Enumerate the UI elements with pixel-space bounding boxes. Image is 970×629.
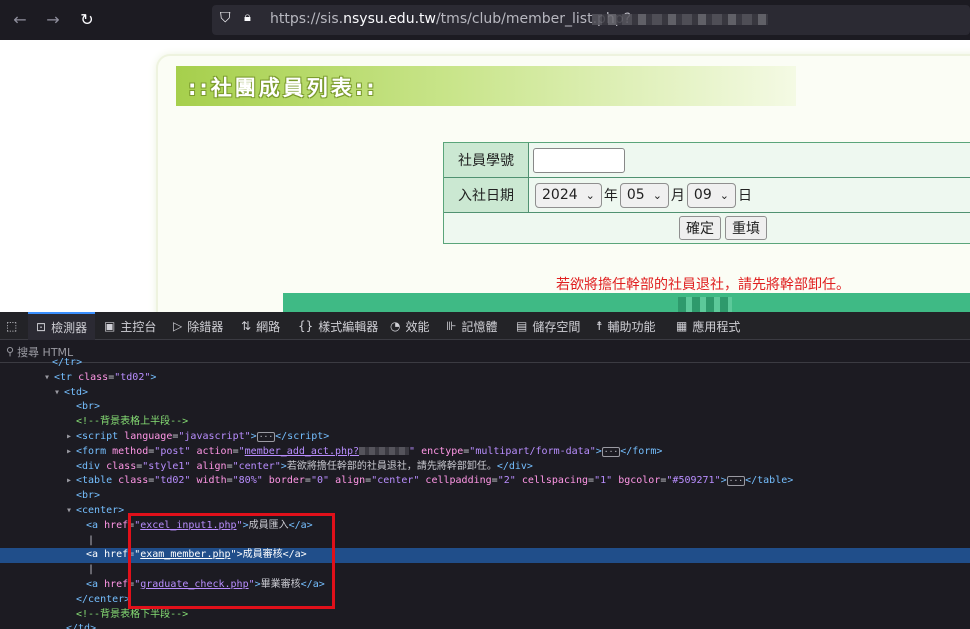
warning-text: 若欲將擔任幹部的社員退社，請先將幹部卸任。	[556, 277, 850, 293]
accessibility-icon: ☨	[596, 319, 603, 333]
back-arrow-icon[interactable]: ←	[9, 9, 31, 31]
lock-icon[interactable]: 🔒︎	[244, 10, 251, 25]
tree-node-td-close[interactable]: </td>	[0, 622, 970, 629]
month-select[interactable]: 05 ⌄	[619, 182, 669, 208]
year-unit: 年	[603, 188, 618, 204]
tab-label: 效能	[405, 319, 430, 334]
tab-accessibility[interactable]: ☨ 輔助功能	[596, 312, 656, 340]
member-id-label: 社員學號	[444, 143, 528, 177]
tab-label: 網路	[256, 319, 281, 334]
reset-button[interactable]: 重填	[725, 216, 767, 240]
add-member-form: 社員學號 入社日期 2024 ⌄ 年 05 ⌄ 月 09 ⌄ 日 確定 重填	[443, 142, 970, 244]
tab-network[interactable]: ⇅ 網路	[241, 312, 280, 340]
tab-inspector[interactable]: ⊡ 檢測器	[28, 312, 96, 340]
tab-console[interactable]: ▣ 主控台	[104, 312, 156, 340]
memory-icon: ⊪	[446, 319, 457, 333]
join-date-label: 入社日期	[444, 178, 528, 212]
tab-label: 儲存空間	[532, 319, 581, 334]
devtools-tabs: ⬚ ⊡ 檢測器 ▣ 主控台 ▷ 除錯器 ⇅ 網路 {} 樣式編輯器 ◔ 效能 ⊪ 記憶體 ▤ 儲…	[0, 312, 970, 340]
join-date-cell: 2024 ⌄ 年 05 ⌄ 月 09 ⌄ 日	[529, 178, 970, 212]
join-date-row: 入社日期 2024 ⌄ 年 05 ⌄ 月 09 ⌄ 日	[444, 178, 970, 212]
confirm-button[interactable]: 確定	[679, 216, 721, 240]
tree-node-br[interactable]: <br>	[0, 489, 970, 504]
tree-node-br[interactable]: <br>	[0, 400, 970, 415]
tree-node-div[interactable]: <div class="style1" align="center">若欲將擔任…	[0, 460, 970, 475]
tab-style-editor[interactable]: {} 樣式編輯器	[298, 312, 378, 340]
day-select[interactable]: 09 ⌄	[686, 182, 736, 208]
member-table-header	[283, 293, 970, 312]
chevron-down-icon: ⌄	[652, 188, 662, 202]
debugger-icon: ▷	[173, 319, 183, 333]
url-redacted	[592, 14, 768, 25]
element-picker-icon[interactable]: ⬚	[6, 312, 22, 340]
chevron-down-icon: ⌄	[719, 188, 729, 202]
network-icon: ⇅	[241, 319, 252, 333]
tree-node[interactable]: </tr>	[0, 356, 970, 371]
braces-icon: {}	[298, 319, 314, 333]
tab-label: 應用程式	[692, 319, 741, 334]
tree-node-tr[interactable]: ▾ <tr class="td02">	[0, 371, 970, 386]
page-title: ::社團成員列表::	[188, 76, 378, 100]
form-buttons-row: 確定 重填	[444, 213, 970, 243]
title-bar: ::社團成員列表::	[176, 66, 796, 106]
url-bar[interactable]: ⛉ 🔒︎ https://sis.nsysu.edu.tw/tms/club/m…	[212, 5, 970, 35]
day-unit: 日	[737, 188, 752, 204]
redacted-area	[678, 297, 732, 312]
month-value: 05	[626, 187, 645, 203]
console-icon: ▣	[104, 319, 116, 333]
web-page: ::社團成員列表:: 社員學號 入社日期 2024 ⌄ 年 05 ⌄ 月 09 ⌄ 日	[0, 40, 970, 312]
month-unit: 月	[670, 188, 685, 204]
tab-label: 主控台	[120, 319, 157, 334]
tree-node-script[interactable]: ▸ <script language="javascript"> ··· </scri…	[0, 430, 970, 445]
grid-icon: ▦	[676, 319, 688, 333]
member-id-row: 社員學號	[444, 143, 970, 177]
url-text: https://sis.nsysu.edu.tw/tms/club/member…	[270, 11, 632, 27]
day-value: 09	[693, 187, 712, 203]
tab-label: 除錯器	[187, 319, 224, 334]
tree-node-comment[interactable]: <!--背景表格下半段-->	[0, 608, 970, 623]
reload-icon[interactable]: ↻	[76, 9, 98, 31]
tree-node-form[interactable]: ▸ <form method="post" action="member_add_…	[0, 445, 970, 460]
tab-application[interactable]: ▦ 應用程式	[676, 312, 740, 340]
forward-arrow-icon[interactable]: →	[42, 9, 64, 31]
tab-performance[interactable]: ◔ 效能	[390, 312, 430, 340]
content-card: ::社團成員列表:: 社員學號 入社日期 2024 ⌄ 年 05 ⌄ 月 09 ⌄ 日	[158, 56, 970, 312]
member-id-input[interactable]	[533, 147, 625, 173]
member-id-cell	[529, 143, 970, 177]
chevron-down-icon: ⌄	[585, 188, 595, 202]
tree-node-comment[interactable]: <!--背景表格上半段-->	[0, 415, 970, 430]
tab-debugger[interactable]: ▷ 除錯器	[173, 312, 223, 340]
gauge-icon: ◔	[390, 319, 401, 333]
tab-label: 記憶體	[461, 319, 498, 334]
tab-label: 樣式編輯器	[318, 319, 379, 334]
tab-memory[interactable]: ⊪ 記憶體	[446, 312, 497, 340]
tab-label: 檢測器	[51, 320, 88, 335]
highlight-box	[128, 513, 335, 609]
tree-node-td[interactable]: ▾ <td>	[0, 386, 970, 401]
shield-icon[interactable]: ⛉	[220, 10, 231, 26]
inspector-icon: ⊡	[36, 320, 47, 334]
tree-node-table[interactable]: ▸ <table class="td02" width="80%" border=…	[0, 474, 970, 489]
storage-icon: ▤	[516, 319, 528, 333]
browser-toolbar: ← → ↻ ⛉ 🔒︎ https://sis.nsysu.edu.tw/tms/…	[0, 0, 970, 40]
year-value: 2024	[542, 187, 578, 203]
year-select[interactable]: 2024 ⌄	[535, 182, 602, 208]
tab-label: 輔助功能	[607, 319, 656, 334]
tab-storage[interactable]: ▤ 儲存空間	[516, 312, 580, 340]
